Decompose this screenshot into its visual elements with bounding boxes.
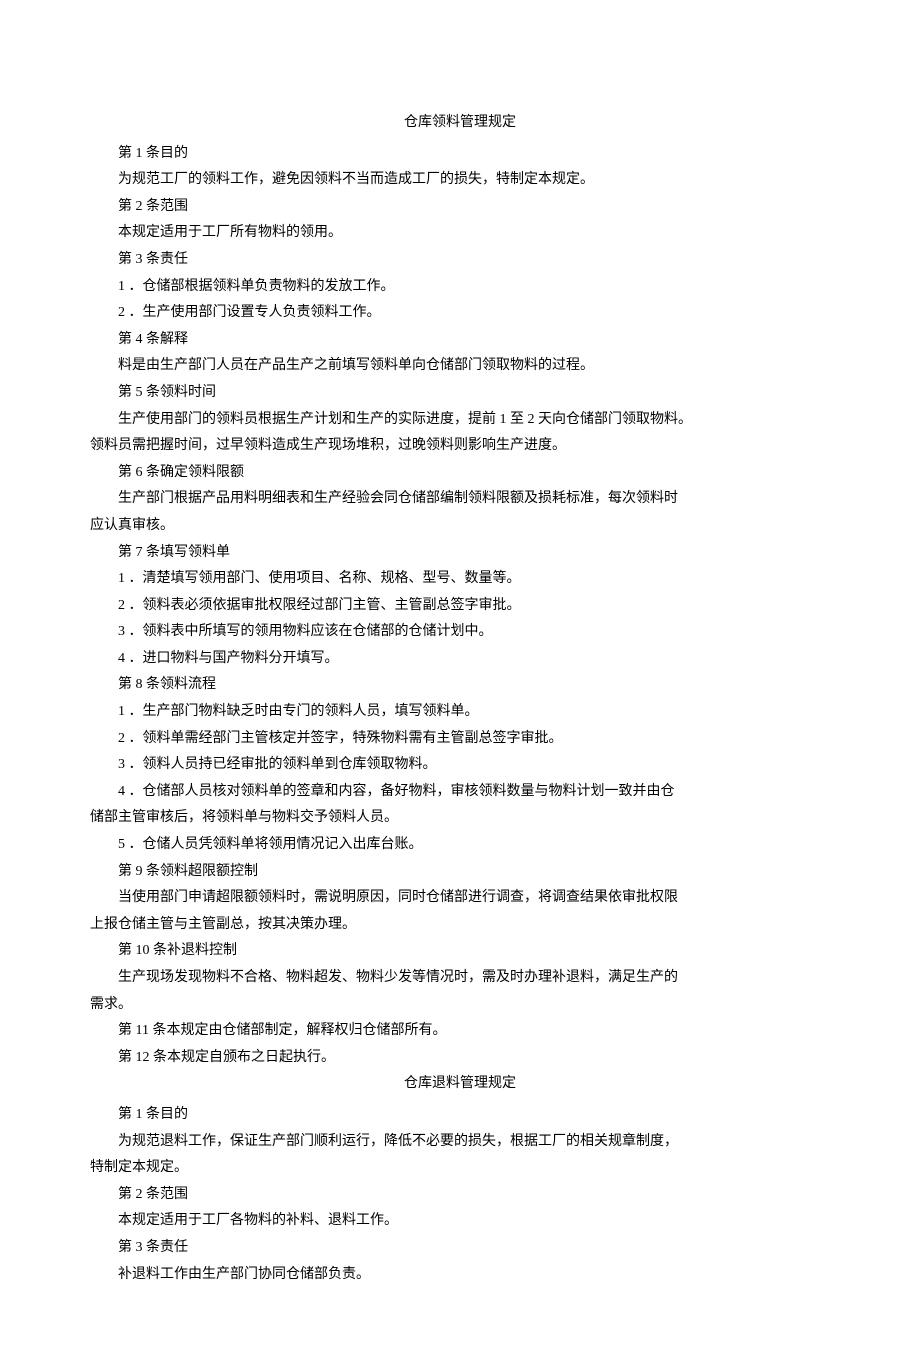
article-9-text-line2: 上报仓储主管与主管副总，按其决策办理。 xyxy=(90,912,830,939)
article-8-item-5: 5 ．仓储人员凭领料单将领用情况记入出库台账。 xyxy=(90,832,830,859)
article-8-item-3: 3 ．领料人员持已经审批的领料单到仓库领取物料。 xyxy=(90,752,830,779)
article-1-heading: 第 1 条目的 xyxy=(90,141,830,168)
doc2-article-1-text-line2: 特制定本规定。 xyxy=(90,1155,830,1182)
article-6-text-line1: 生产部门根据产品用料明细表和生产经验会同仓储部编制领料限额及损耗标准，每次领料时 xyxy=(90,486,830,513)
doc2-article-2-text: 本规定适用于工厂各物料的补料、退料工作。 xyxy=(90,1208,830,1235)
doc2-article-2-heading: 第 2 条范围 xyxy=(90,1182,830,1209)
article-12: 第 12 条本规定自颁布之日起执行。 xyxy=(90,1045,830,1072)
article-5-heading: 第 5 条领料时间 xyxy=(90,380,830,407)
article-8-heading: 第 8 条领料流程 xyxy=(90,672,830,699)
article-8-item-1: 1 ．生产部门物料缺乏时由专门的领料人员，填写领料单。 xyxy=(90,699,830,726)
article-5-text-line2: 领料员需把握时间，过早领料造成生产现场堆积，过晚领料则影响生产进度。 xyxy=(90,433,830,460)
article-7-item-2: 2 ．领料表必须依据审批权限经过部门主管、主管副总签字审批。 xyxy=(90,593,830,620)
article-7-item-4: 4 ．进口物料与国产物料分开填写。 xyxy=(90,646,830,673)
article-7-heading: 第 7 条填写领料单 xyxy=(90,540,830,567)
article-9-heading: 第 9 条领料超限额控制 xyxy=(90,859,830,886)
article-10-text-line2: 需求。 xyxy=(90,992,830,1019)
doc2-title: 仓库退料管理规定 xyxy=(90,1071,830,1098)
article-4-heading: 第 4 条解释 xyxy=(90,327,830,354)
article-3-heading: 第 3 条责任 xyxy=(90,247,830,274)
article-1-text: 为规范工厂的领料工作，避免因领料不当而造成工厂的损失，特制定本规定。 xyxy=(90,167,830,194)
article-5-text-line1: 生产使用部门的领料员根据生产计划和生产的实际进度，提前 1 至 2 天向仓储部门… xyxy=(90,407,830,434)
doc2-article-3-heading: 第 3 条责任 xyxy=(90,1235,830,1262)
article-2-heading: 第 2 条范围 xyxy=(90,194,830,221)
doc2-article-1-text-line1: 为规范退料工作，保证生产部门顺利运行，降低不必要的损失，根据工厂的相关规章制度， xyxy=(90,1129,830,1156)
article-2-text: 本规定适用于工厂所有物料的领用。 xyxy=(90,220,830,247)
article-8-item-4-line1: 4 ．仓储部人员核对领料单的签章和内容，备好物料，审核领料数量与物料计划一致并由… xyxy=(90,779,830,806)
article-8-item-4-line2: 储部主管审核后，将领料单与物料交予领料人员。 xyxy=(90,805,830,832)
article-11: 第 11 条本规定由仓储部制定，解释权归仓储部所有。 xyxy=(90,1018,830,1045)
article-6-text-line2: 应认真审核。 xyxy=(90,513,830,540)
doc1-title: 仓库领料管理规定 xyxy=(90,110,830,137)
doc2-article-3-text: 补退料工作由生产部门协同仓储部负责。 xyxy=(90,1262,830,1289)
article-4-text: 料是由生产部门人员在产品生产之前填写领料单向仓储部门领取物料的过程。 xyxy=(90,353,830,380)
article-3-item-2: 2 ．生产使用部门设置专人负责领料工作。 xyxy=(90,300,830,327)
article-10-text-line1: 生产现场发现物料不合格、物料超发、物料少发等情况时，需及时办理补退料，满足生产的 xyxy=(90,965,830,992)
article-7-item-1: 1 ．清楚填写领用部门、使用项目、名称、规格、型号、数量等。 xyxy=(90,566,830,593)
article-3-item-1: 1 ．仓储部根据领料单负责物料的发放工作。 xyxy=(90,274,830,301)
doc2-article-1-heading: 第 1 条目的 xyxy=(90,1102,830,1129)
article-10-heading: 第 10 条补退料控制 xyxy=(90,938,830,965)
article-6-heading: 第 6 条确定领料限额 xyxy=(90,460,830,487)
article-9-text-line1: 当使用部门申请超限额领料时，需说明原因，同时仓储部进行调查，将调查结果依审批权限 xyxy=(90,885,830,912)
article-8-item-2: 2 ．领料单需经部门主管核定并签字，特殊物料需有主管副总签字审批。 xyxy=(90,726,830,753)
article-7-item-3: 3 ．领料表中所填写的领用物料应该在仓储部的仓储计划中。 xyxy=(90,619,830,646)
